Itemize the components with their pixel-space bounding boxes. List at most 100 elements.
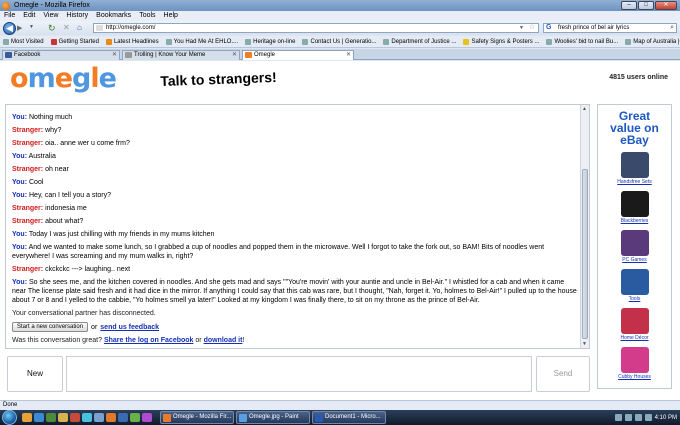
chat-text: about what? — [45, 218, 84, 225]
send-button[interactable]: Send — [536, 356, 590, 392]
bookmark-item[interactable]: Heritage on-line — [245, 36, 295, 47]
ad-item-label[interactable]: PC Games — [622, 257, 646, 263]
ad-item-label[interactable]: Home Décor — [620, 335, 648, 341]
folder-icon[interactable] — [22, 413, 32, 422]
windows-taskbar: Omegle - Mozilla Fir... Omegle.jpg - Pai… — [0, 410, 680, 425]
close-tab-icon[interactable]: ✕ — [346, 51, 351, 60]
menu-file[interactable]: File — [4, 11, 15, 21]
tab-omegle[interactable]: Omegle ✕ — [242, 50, 354, 60]
tab-facebook[interactable]: Facebook ✕ — [2, 50, 120, 60]
app-icon[interactable] — [94, 413, 104, 422]
reload-icon[interactable]: ↻ — [48, 23, 56, 34]
bookmark-item[interactable]: Getting Started — [50, 36, 99, 47]
google-icon[interactable]: G — [546, 24, 551, 32]
ad-item[interactable]: Tools — [598, 269, 671, 302]
taskbar-item-firefox[interactable]: Omegle - Mozilla Fir... — [160, 411, 234, 424]
tab-trolling[interactable]: Trolling | Know Your Meme ✕ — [122, 50, 240, 60]
ad-item-label[interactable]: Tools — [629, 296, 641, 302]
bookmark-item[interactable]: Most Visited — [3, 36, 44, 47]
close-button[interactable]: ✕ — [655, 1, 677, 10]
stop-icon[interactable]: ✕ — [63, 23, 70, 32]
close-tab-icon[interactable]: ✕ — [112, 51, 117, 60]
search-icon[interactable]: ⌕ — [670, 24, 674, 32]
search-bar[interactable]: G fresh prince of bel air lyrics ⌕ — [543, 23, 677, 33]
ebay-ad-panel[interactable]: Great value on eBay Handsfree Sets Blackb… — [597, 104, 672, 389]
app-icon[interactable] — [130, 413, 140, 422]
clock[interactable]: 4:10 PM — [655, 415, 677, 421]
ie-icon[interactable] — [34, 413, 44, 422]
bookmark-icon — [625, 38, 632, 45]
omegle-logo[interactable]: omegle — [10, 63, 117, 94]
logo-char: l — [90, 63, 99, 94]
menu-bookmarks[interactable]: Bookmarks — [96, 11, 131, 21]
menu-edit[interactable]: Edit — [23, 11, 35, 21]
ad-item[interactable]: Home Décor — [598, 308, 671, 341]
scroll-down-icon[interactable]: ▼ — [582, 341, 587, 347]
scrollbar-thumb[interactable] — [582, 169, 588, 339]
chat-speaker: You: — [12, 179, 28, 186]
message-input[interactable] — [66, 356, 532, 392]
chat-scrollbar[interactable]: ▲ ▼ — [580, 105, 589, 348]
download-log-link[interactable]: download it — [204, 337, 243, 344]
logo-char: o — [10, 63, 29, 94]
minimize-button[interactable]: – — [621, 1, 637, 10]
taskbar-item-paint[interactable]: Omegle.jpg - Paint — [236, 411, 310, 424]
feedback-link[interactable]: send us feedback — [100, 324, 159, 331]
app-icon[interactable] — [142, 413, 152, 422]
new-conversation-button[interactable]: Start a new conversation — [12, 322, 89, 332]
menu-help[interactable]: Help — [164, 11, 178, 21]
home-icon[interactable]: ⌂ — [77, 23, 82, 32]
app-icon[interactable] — [82, 413, 92, 422]
chat-speaker: Stranger: — [12, 140, 44, 147]
menu-bar: File Edit View History Bookmarks Tools H… — [0, 11, 680, 21]
bookmark-item[interactable]: Latest Headlines — [105, 36, 159, 47]
bookmark-item[interactable]: Safety Signs & Posters ... — [463, 36, 539, 47]
bookmark-icon — [302, 38, 309, 45]
logo-char: g — [72, 63, 91, 94]
chat-speaker: Stranger: — [12, 127, 44, 134]
chat-text: Nothing much — [29, 114, 73, 121]
taskbar-item-word[interactable]: Document1 - Micro... — [312, 411, 386, 424]
chat-text: Australia — [28, 153, 56, 160]
bookmark-item[interactable]: Woolies' bid to nail Bu... — [546, 36, 618, 47]
share-facebook-link[interactable]: Share the log on Facebook — [104, 337, 193, 344]
language-icon[interactable] — [644, 414, 652, 421]
menu-tools[interactable]: Tools — [139, 11, 155, 21]
ad-item[interactable]: Blackberries — [598, 191, 671, 224]
close-tab-icon[interactable]: ✕ — [232, 51, 237, 60]
app-icon[interactable] — [118, 413, 128, 422]
ad-item[interactable]: Cubby Houses — [598, 347, 671, 380]
ad-item-label[interactable]: Blackberries — [621, 218, 649, 224]
back-button[interactable]: ◀ — [3, 22, 16, 35]
bookmark-item[interactable]: Map of Australia |Curr... — [625, 36, 680, 47]
ad-item[interactable]: PC Games — [598, 230, 671, 263]
window-controls: – □ ✕ — [621, 1, 677, 10]
app-icon[interactable] — [70, 413, 80, 422]
history-dropdown-icon[interactable]: ▼ — [29, 24, 34, 30]
bookmark-item[interactable]: You Had Me At EHLO.... — [165, 36, 238, 47]
url-dropdown-icon[interactable]: ▼ — [519, 24, 524, 32]
bookmark-star-icon[interactable]: ☆ — [529, 24, 535, 32]
new-button[interactable]: New — [7, 356, 63, 392]
battery-icon[interactable] — [634, 414, 642, 421]
volume-icon[interactable] — [624, 414, 632, 421]
explorer-icon[interactable] — [58, 413, 68, 422]
ad-item-label[interactable]: Cubby Houses — [618, 374, 651, 380]
status-bar: Done — [0, 400, 680, 410]
chat-text: So she sees me, and the kitchen covered … — [12, 279, 577, 304]
start-button[interactable] — [2, 410, 17, 425]
menu-history[interactable]: History — [66, 11, 88, 21]
bookmark-item[interactable]: Department of Justice ... — [383, 36, 456, 47]
app-icon[interactable] — [106, 413, 116, 422]
menu-view[interactable]: View — [43, 11, 58, 21]
media-player-icon[interactable] — [46, 413, 56, 422]
network-icon[interactable] — [614, 414, 622, 421]
url-bar[interactable]: http://omegle.com/ ▼ ☆ — [93, 23, 539, 33]
maximize-button[interactable]: □ — [638, 1, 654, 10]
ad-item-label[interactable]: Handsfree Sets — [617, 179, 651, 185]
ad-item[interactable]: Handsfree Sets — [598, 152, 671, 185]
chat-speaker: Stranger: — [12, 218, 44, 225]
bookmark-item[interactable]: Contact Us | Generatio... — [302, 36, 376, 47]
forward-button[interactable]: ▶ — [17, 24, 27, 33]
scroll-up-icon[interactable]: ▲ — [582, 106, 587, 112]
